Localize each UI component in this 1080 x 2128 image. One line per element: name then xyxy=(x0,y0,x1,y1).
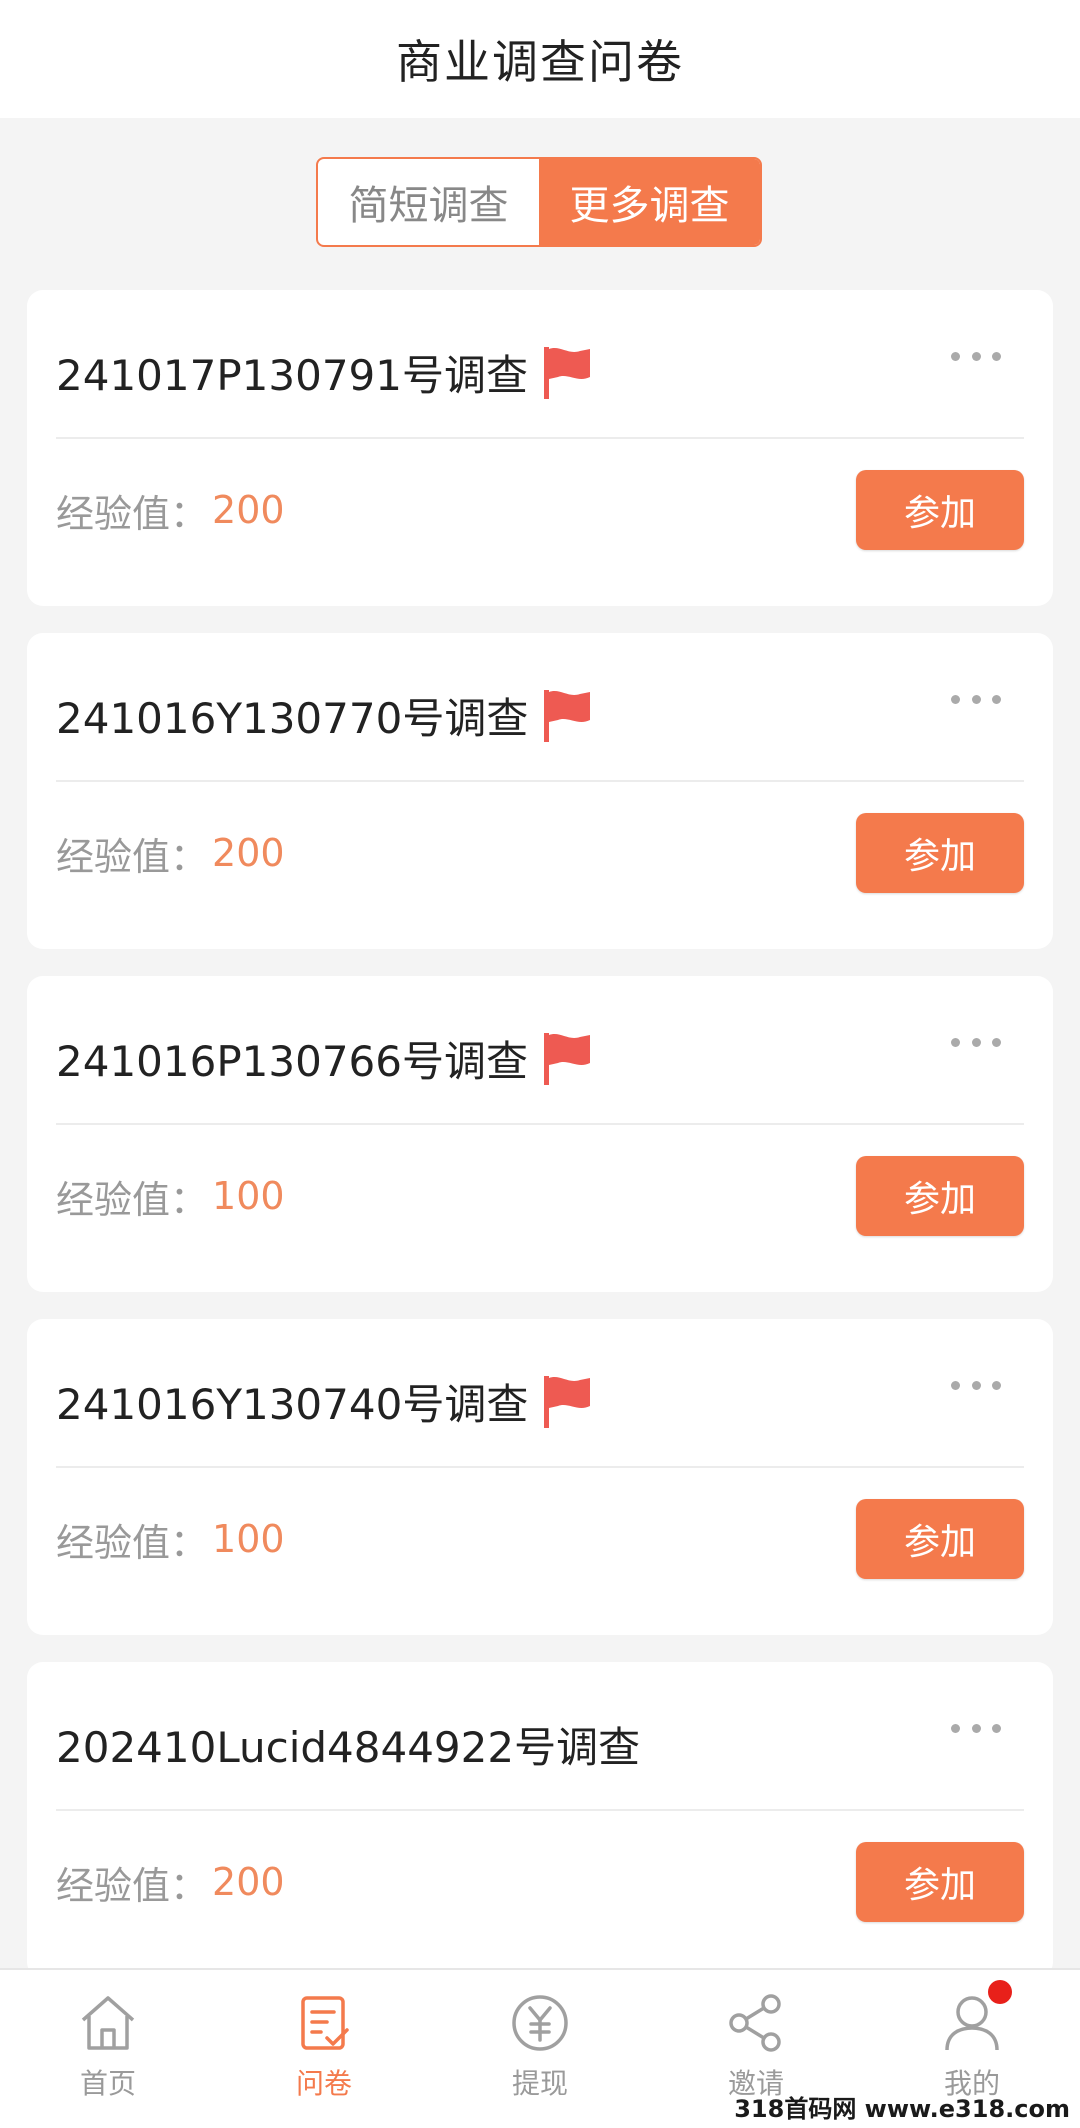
watermark: 318首码网 www.e318.com xyxy=(734,2095,1070,2123)
divider xyxy=(56,437,1024,439)
survey-title-row: 241016P130766号调查 xyxy=(56,1028,594,1088)
more-options-icon[interactable] xyxy=(951,689,1001,709)
more-options-icon[interactable] xyxy=(951,1032,1001,1052)
survey-title: 241016Y130740号调查 xyxy=(56,1379,529,1429)
survey-title: 241017P130791号调查 xyxy=(56,350,528,400)
divider xyxy=(56,1466,1024,1468)
experience-label: 经验值： xyxy=(56,1520,209,1565)
survey-icon xyxy=(301,1996,349,2050)
tab-withdraw[interactable]: 提现 xyxy=(432,1970,648,2128)
survey-title-row: 241016Y130740号调查 xyxy=(56,1371,594,1431)
tab-label: 首页 xyxy=(79,2067,136,2100)
divider xyxy=(56,1809,1024,1811)
experience-row: 经验值： 100 xyxy=(56,1514,285,1565)
experience-value: 200 xyxy=(212,831,285,875)
survey-card: 202410Lucid4844922号调查 经验值： 200 参加 xyxy=(27,1662,1053,1978)
page-title: 商业调查问卷 xyxy=(396,35,684,89)
more-options-icon[interactable] xyxy=(951,1718,1001,1738)
divider xyxy=(56,780,1024,782)
join-button[interactable]: 参加 xyxy=(856,1499,1024,1579)
share-icon xyxy=(729,1994,781,2052)
survey-card: 241016Y130740号调查 经验值： 100 参加 xyxy=(27,1319,1053,1635)
tab-short-survey[interactable]: 简短调查 xyxy=(318,159,539,245)
tab-label: 问卷 xyxy=(295,2067,352,2100)
experience-row: 经验值： 200 xyxy=(56,1857,285,1908)
join-button[interactable]: 参加 xyxy=(856,1842,1024,1922)
red-flag-icon xyxy=(544,1033,590,1085)
tab-label: 提现 xyxy=(511,2067,568,2100)
survey-title: 241016P130766号调查 xyxy=(56,1036,528,1086)
join-button[interactable]: 参加 xyxy=(856,1156,1024,1236)
experience-label: 经验值： xyxy=(56,1177,209,1222)
experience-value: 200 xyxy=(212,1860,285,1904)
survey-type-switch: 简短调查 更多调查 xyxy=(316,157,762,247)
survey-card: 241017P130791号调查 经验值： 200 参加 xyxy=(27,290,1053,606)
experience-row: 经验值： 200 xyxy=(56,485,285,536)
more-options-icon[interactable] xyxy=(951,1375,1001,1395)
experience-label: 经验值： xyxy=(56,1863,209,1908)
survey-list: 241017P130791号调查 经验值： 200 参加 241016Y1307… xyxy=(27,290,1053,2005)
notification-badge xyxy=(988,1980,1012,2004)
join-button[interactable]: 参加 xyxy=(856,813,1024,893)
survey-card: 241016P130766号调查 经验值： 100 参加 xyxy=(27,976,1053,1292)
home-icon xyxy=(81,1996,135,2050)
experience-row: 经验值： 200 xyxy=(56,828,285,879)
experience-value: 100 xyxy=(212,1517,285,1561)
experience-value: 100 xyxy=(212,1174,285,1218)
red-flag-icon xyxy=(544,690,591,742)
experience-value: 200 xyxy=(212,488,285,532)
tab-more-survey[interactable]: 更多调查 xyxy=(539,159,760,245)
experience-label: 经验值： xyxy=(56,491,209,536)
red-flag-icon xyxy=(544,1376,591,1428)
survey-title: 202410Lucid4844922号调查 xyxy=(56,1722,641,1772)
survey-card: 241016Y130770号调查 经验值： 200 参加 xyxy=(27,633,1053,949)
survey-title-row: 241017P130791号调查 xyxy=(56,342,594,402)
survey-title-row: 241016Y130770号调查 xyxy=(56,685,594,745)
tab-survey[interactable]: 问卷 xyxy=(216,1970,432,2128)
survey-title: 241016Y130770号调查 xyxy=(56,693,529,743)
yuan-icon xyxy=(512,1995,568,2051)
experience-label: 经验值： xyxy=(56,834,209,879)
join-button[interactable]: 参加 xyxy=(856,470,1024,550)
divider xyxy=(56,1123,1024,1125)
experience-row: 经验值： 100 xyxy=(56,1171,285,1222)
more-options-icon[interactable] xyxy=(951,346,1001,366)
red-flag-icon xyxy=(544,347,590,399)
tab-home[interactable]: 首页 xyxy=(0,1970,216,2128)
survey-title-row: 202410Lucid4844922号调查 xyxy=(56,1714,640,1774)
app-header: 商业调查问卷 xyxy=(0,0,1080,118)
